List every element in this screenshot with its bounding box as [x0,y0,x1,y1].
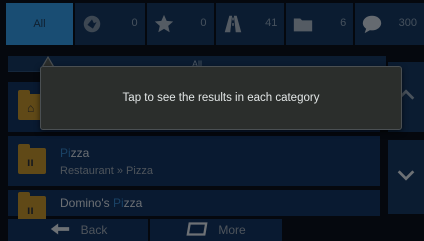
hint-tooltip[interactable]: Tap to see the results in each category [40,66,402,130]
tooltip-text: Tap to see the results in each category [122,92,320,104]
search-results-screen: All 0 0 41 6 300 All ⌂ ıı Pizza Restaura… [0,0,424,241]
